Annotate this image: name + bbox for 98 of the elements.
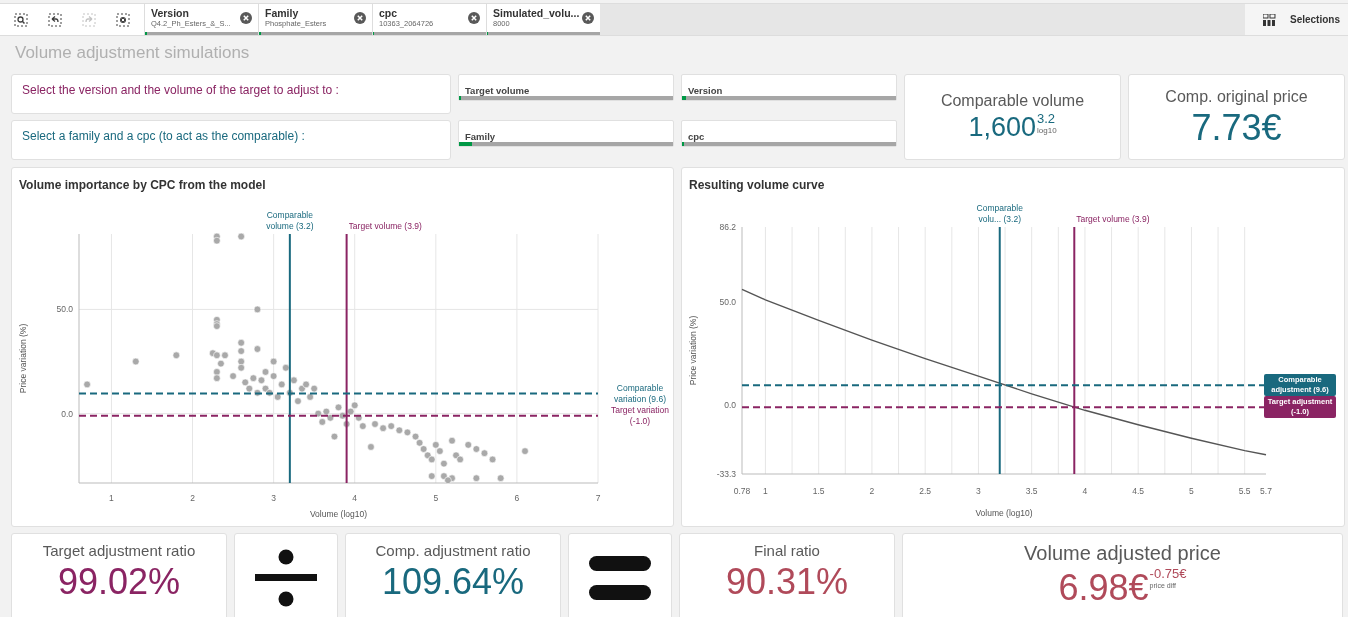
axis-tick-label: 5.5 [1238, 486, 1251, 496]
kpi-value: 1,600 [968, 111, 1036, 144]
axis-tick-label: 1.5 [812, 486, 825, 496]
data-point [346, 407, 355, 416]
axis-tick-label: 50.0 [56, 304, 73, 315]
chip-title: cpc [379, 7, 399, 19]
annotation-label: Target variation (-1.0) [610, 404, 670, 427]
kpi-title: Volume adjusted price [1024, 542, 1221, 565]
data-point [428, 472, 436, 480]
axis-tick-label: -33.3 [716, 469, 736, 479]
kpi-value: 7.73€ [1191, 106, 1282, 150]
axis-tick-label: 0.0 [724, 400, 736, 411]
axis-tick-label: 4 [352, 493, 358, 503]
annotation-label: Comparable volume (3.2) [265, 210, 315, 232]
close-icon[interactable] [468, 12, 480, 24]
annotation-label: Target volume (3.9) [1076, 214, 1150, 225]
axis-tick-label: 5.7 [1260, 486, 1272, 496]
selections-button[interactable]: Selections [1245, 4, 1348, 35]
kpi-title: Comparable volume [940, 92, 1085, 110]
data-point [282, 364, 290, 372]
data-point [269, 357, 278, 366]
data-point [172, 351, 180, 359]
data-point [330, 432, 339, 441]
data-point [411, 432, 420, 441]
chart-title: Resulting volume curve [688, 178, 826, 194]
chip-title: Family [265, 7, 300, 19]
data-point [253, 305, 262, 314]
axis-tick-label: 4 [1082, 486, 1088, 496]
axis-title: Price variation (%) [688, 315, 698, 386]
axis-tick-label: 1 [763, 486, 768, 496]
chart-title: Volume importance by CPC from the model [18, 178, 267, 194]
kpi-title: Target adjustment ratio [42, 542, 196, 559]
divide-icon [255, 549, 317, 607]
data-point [237, 232, 245, 241]
data-point [521, 447, 529, 455]
filter-pane[interactable]: Version [681, 74, 897, 101]
chip-title: Version [151, 7, 190, 19]
filter-pane[interactable]: cpc [681, 120, 897, 147]
clear-selections-icon [116, 12, 130, 27]
filter-pane[interactable]: Target volume [458, 74, 674, 101]
kpi-value: 109.64% [381, 560, 525, 604]
axis-tick-label: 0.78 [733, 486, 751, 496]
axis-tick-label: 86.2 [719, 222, 736, 232]
page-title: Volume adjustment simulations [14, 42, 251, 64]
data-point [472, 474, 481, 482]
axis-tick-label: 2 [190, 493, 195, 503]
instruction-text: Select the version and the volume of the target to adjust to : [11, 74, 451, 114]
data-point [253, 345, 262, 353]
kpi-value: 6.98€ [1058, 566, 1149, 610]
axis-tick-label: 7 [595, 493, 601, 503]
annotation-label: Comparable variation (9.6) [613, 382, 667, 405]
step-back-icon [48, 12, 62, 27]
data-point [132, 357, 140, 366]
filter-pane[interactable]: Family [458, 120, 674, 147]
axis-title: Price variation (%) [18, 323, 28, 394]
axis-tick-label: 1 [109, 493, 114, 503]
kpi-superscript: 3.2 [1037, 112, 1057, 126]
data-point [83, 380, 91, 389]
instruction-text: Select a family and a cpc (to act as the comparable) : [11, 120, 451, 160]
axis-tick-label: 5 [1189, 486, 1194, 496]
axis-tick-label: 6 [514, 493, 520, 503]
equals-icon [589, 556, 651, 600]
chip-title: Simulated_volu... [493, 7, 581, 19]
search-icon [14, 12, 28, 27]
close-icon[interactable] [354, 12, 366, 24]
kpi-value: 99.02% [57, 560, 181, 604]
kpi-subscript: log10 [1037, 126, 1057, 136]
kpi-title: Comp. original price [1165, 88, 1308, 106]
data-point [488, 455, 497, 464]
close-icon[interactable] [582, 12, 594, 24]
axis-title: Volume (log10) [309, 509, 368, 519]
axis-tick-label: 4.5 [1132, 486, 1145, 496]
step-forward-icon [82, 12, 96, 27]
annotation-label: Comparable volu... (3.2) [975, 203, 1024, 225]
axis-title: Volume (log10) [975, 508, 1033, 518]
kpi-title: Final ratio [754, 542, 820, 559]
axis-tick-label: 2.5 [919, 486, 932, 496]
annotation-label: Target volume (3.9) [348, 221, 422, 232]
data-point [322, 407, 331, 416]
kpi-superscript: -0.75€ [1149, 567, 1187, 581]
data-point [440, 459, 448, 468]
data-point [367, 443, 375, 451]
axis-tick-label: 3 [976, 486, 981, 496]
kpi-title: Comp. adjustment ratio [375, 542, 531, 559]
selections-icon [1263, 13, 1276, 26]
data-point [261, 384, 270, 393]
axis-tick-label: 3.5 [1025, 486, 1038, 496]
axis-tick-label: 50.0 [719, 296, 736, 307]
axis-tick-label: 5 [433, 493, 439, 503]
axis-tick-label: 2 [869, 486, 875, 496]
data-point [448, 437, 456, 445]
data-point [497, 474, 505, 482]
data-point [334, 403, 343, 412]
close-icon[interactable] [240, 12, 252, 24]
axis-tick-label: 3 [271, 493, 276, 503]
kpi-value: 90.31% [725, 560, 849, 604]
data-point [403, 428, 412, 437]
axis-tick-label: 0.0 [61, 408, 73, 419]
